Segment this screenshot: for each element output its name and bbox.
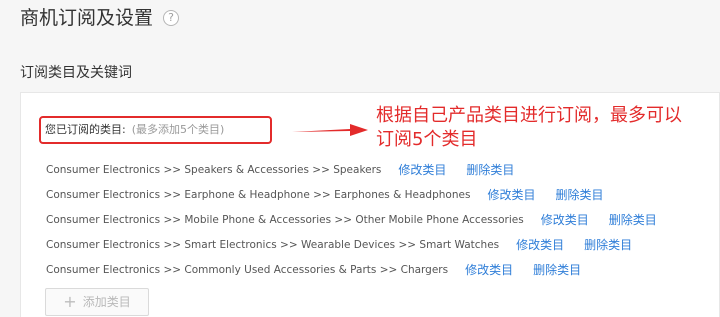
add-category-button[interactable]: + 添加类目 — [45, 288, 149, 316]
category-row: Consumer Electronics >> Commonly Used Ac… — [46, 257, 657, 282]
category-path: Consumer Electronics >> Commonly Used Ac… — [46, 263, 449, 276]
annotation-text: 根据自己产品类目进行订阅，最多可以 订阅5个类目 — [376, 105, 682, 150]
subscribed-categories-highlight: 您已订阅的类目: (最多添加5个类目) — [39, 116, 272, 144]
category-row: Consumer Electronics >> Speakers & Acces… — [46, 157, 657, 182]
category-path: Consumer Electronics >> Speakers & Acces… — [46, 163, 382, 176]
delete-category-link[interactable]: 删除类目 — [584, 238, 632, 252]
section-title: 订阅类目及关键词 — [20, 65, 132, 81]
category-row: Consumer Electronics >> Smart Electronic… — [46, 232, 657, 257]
delete-category-link[interactable]: 删除类目 — [466, 163, 514, 177]
category-limit-hint: (最多添加5个类目) — [131, 123, 225, 136]
add-category-label: 添加类目 — [82, 295, 131, 309]
help-icon[interactable]: ? — [163, 10, 179, 26]
category-row: Consumer Electronics >> Earphone & Headp… — [46, 182, 657, 207]
page-title: 商机订阅及设置 — [20, 7, 154, 29]
category-path: Consumer Electronics >> Earphone & Headp… — [46, 188, 471, 201]
subscription-settings-page: 商机订阅及设置 ? 订阅类目及关键词 您已订阅的类目: (最多添加5个类目) 根… — [0, 0, 720, 317]
subscribed-category-list: Consumer Electronics >> Speakers & Acces… — [46, 157, 657, 282]
plus-icon: + — [63, 292, 77, 311]
edit-category-link[interactable]: 修改类目 — [541, 213, 589, 227]
edit-category-link[interactable]: 修改类目 — [487, 188, 535, 202]
edit-category-link[interactable]: 修改类目 — [465, 263, 513, 277]
category-path: Consumer Electronics >> Smart Electronic… — [46, 238, 500, 251]
category-path: Consumer Electronics >> Mobile Phone & A… — [46, 213, 524, 226]
edit-category-link[interactable]: 修改类目 — [516, 238, 564, 252]
subscribed-categories-label: 您已订阅的类目: — [45, 123, 126, 136]
delete-category-link[interactable]: 删除类目 — [533, 263, 581, 277]
category-row: Consumer Electronics >> Mobile Phone & A… — [46, 207, 657, 232]
delete-category-link[interactable]: 删除类目 — [609, 213, 657, 227]
edit-category-link[interactable]: 修改类目 — [398, 163, 446, 177]
delete-category-link[interactable]: 删除类目 — [555, 188, 603, 202]
annotation-arrow-icon — [292, 124, 368, 136]
